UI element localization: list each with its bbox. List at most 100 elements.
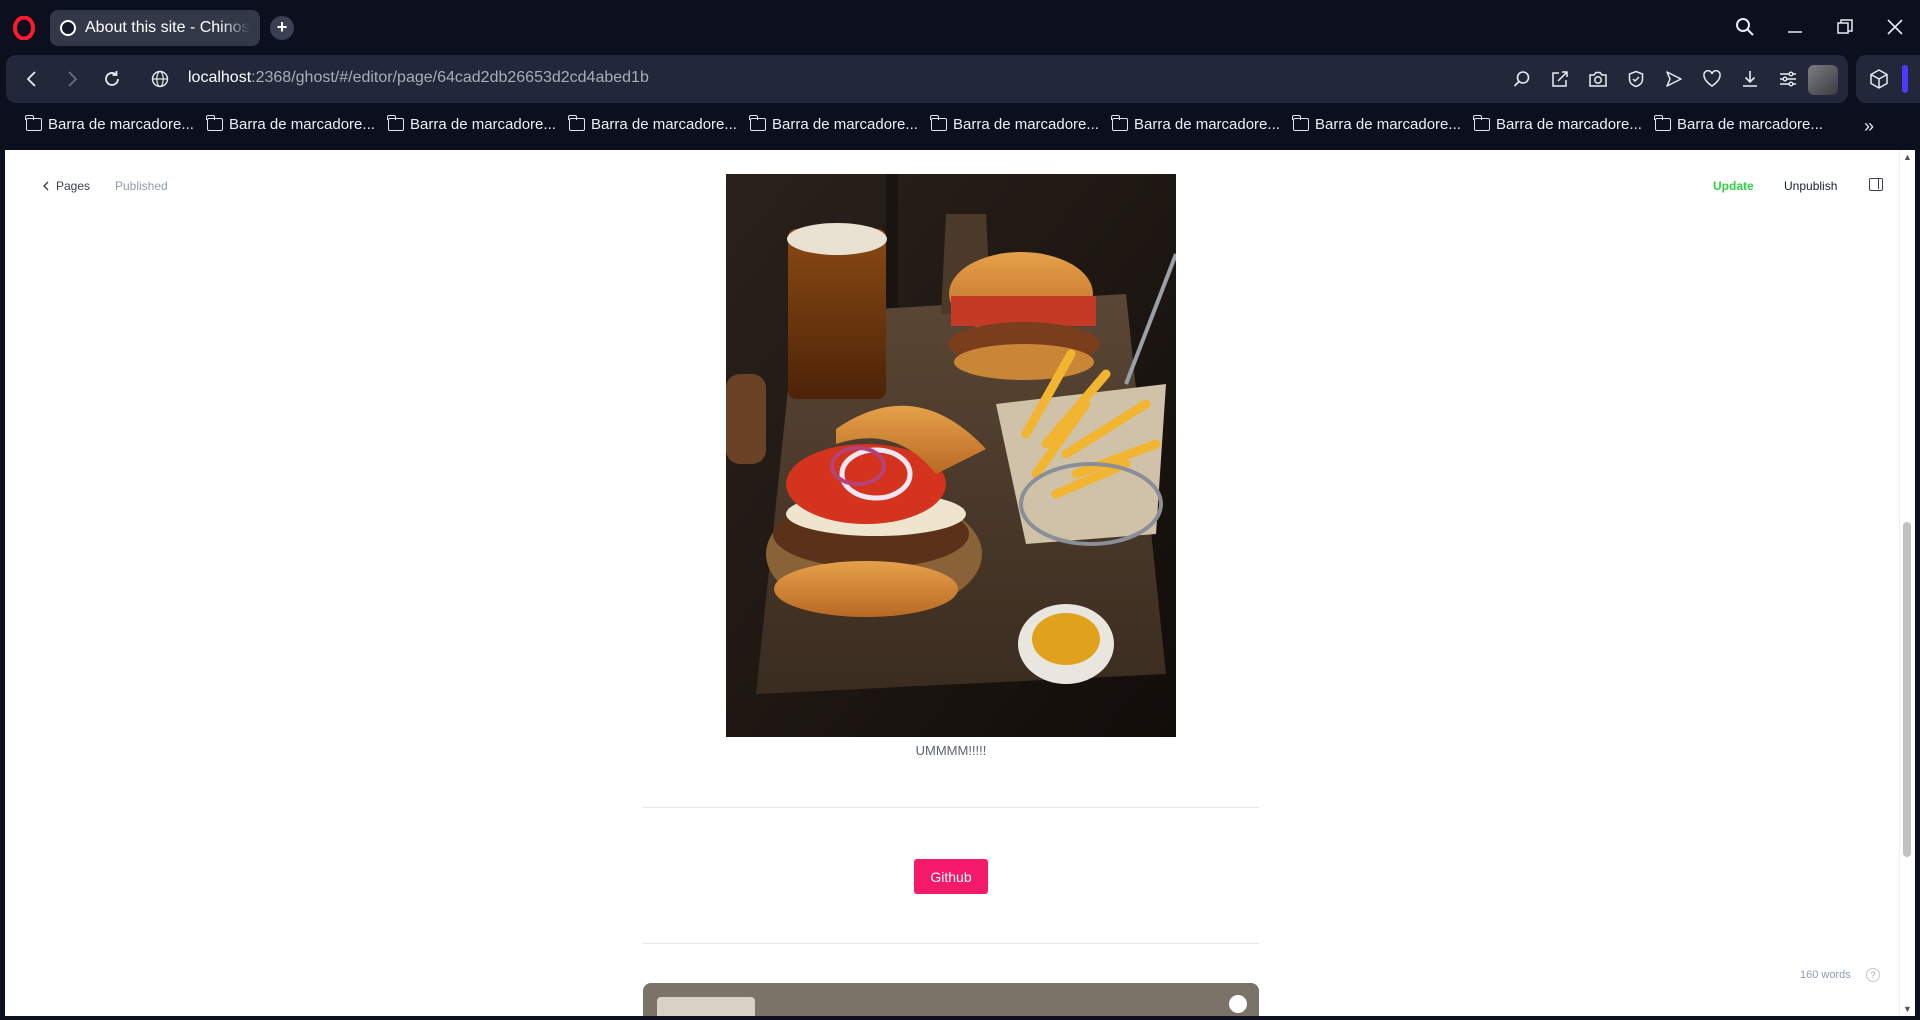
ghost-favicon-icon	[60, 20, 76, 36]
page-viewport: Pages Published Update Unpublish UMMMM!!…	[5, 150, 1915, 1016]
folder-icon	[930, 115, 947, 131]
folder-icon	[568, 115, 585, 131]
scroll-down-icon[interactable]: ▼	[1903, 1004, 1912, 1014]
address-toolbar: localhost:2368/ghost/#/editor/page/64cad…	[6, 55, 1848, 103]
help-icon[interactable]: ?	[1866, 968, 1880, 982]
burger-image[interactable]	[726, 174, 1176, 737]
spotify-embed-card[interactable]	[643, 983, 1259, 1016]
bookmark-folder[interactable]: Barra de marcadore...	[568, 115, 737, 133]
minimize-icon	[1788, 31, 1802, 33]
spotify-icon	[1229, 995, 1247, 1013]
bookmark-label: Barra de marcadore...	[48, 116, 194, 133]
divider	[643, 807, 1259, 808]
bookmark-label: Barra de marcadore...	[591, 116, 737, 133]
more-bookmarks-chevron-icon[interactable]: »	[1864, 116, 1874, 137]
back-button[interactable]	[20, 67, 44, 91]
bookmark-folder[interactable]: Barra de marcadore...	[206, 115, 375, 133]
folder-icon	[206, 115, 223, 131]
back-to-pages-label: Pages	[56, 179, 91, 193]
bookmark-label: Barra de marcadore...	[953, 116, 1099, 133]
bookmark-folder[interactable]: Barra de marcadore...	[930, 115, 1099, 133]
bookmark-folder[interactable]: Barra de marcadore...	[749, 115, 918, 133]
url-path: :2368/ghost/#/editor/page/64cad2db26653d…	[251, 69, 649, 86]
profile-avatar[interactable]	[1808, 65, 1838, 95]
extensions-area	[1856, 55, 1920, 103]
bookmark-folder[interactable]: Barra de marcadore...	[1654, 115, 1823, 133]
image-caption[interactable]: UMMMM!!!!!	[726, 743, 1176, 758]
downloads-button[interactable]	[1738, 67, 1762, 91]
github-button[interactable]: Github	[914, 859, 988, 894]
flow-button[interactable]	[1662, 67, 1686, 91]
bookmark-heart-button[interactable]	[1700, 67, 1724, 91]
settings-sliders-icon	[1780, 71, 1796, 87]
shield-check-icon	[1628, 70, 1644, 88]
folder-icon	[25, 115, 42, 131]
site-info-button[interactable]	[148, 67, 172, 91]
reload-button[interactable]	[100, 67, 124, 91]
reload-icon	[105, 71, 119, 86]
bookmarks-bar: Barra de marcadore... Barra de marcadore…	[0, 106, 1920, 146]
bookmark-label: Barra de marcadore...	[1677, 116, 1823, 133]
tab-bar: About this site - Chinos Ar +	[0, 0, 1920, 54]
share-icon	[1552, 71, 1568, 87]
new-tab-button[interactable]: +	[270, 16, 294, 40]
globe-icon	[151, 70, 169, 88]
close-icon	[1887, 19, 1903, 35]
folder-icon	[1654, 115, 1671, 131]
bookmark-label: Barra de marcadore...	[410, 116, 556, 133]
word-count: 160 words	[1800, 969, 1851, 981]
scrollbar-thumb[interactable]	[1903, 522, 1911, 857]
snapshot-button[interactable]	[1586, 67, 1610, 91]
camera-icon	[1589, 71, 1607, 87]
heart-icon	[1703, 70, 1721, 87]
tab-title: About this site - Chinos Ar	[85, 19, 250, 36]
bookmark-folder[interactable]: Barra de marcadore...	[1111, 115, 1280, 133]
back-to-pages-link[interactable]: Pages	[42, 179, 90, 193]
bookmark-label: Barra de marcadore...	[1134, 116, 1280, 133]
post-status: Published	[115, 179, 168, 193]
search-tabs-button[interactable]	[1730, 12, 1760, 42]
bookmark-label: Barra de marcadore...	[229, 116, 375, 133]
unpublish-button[interactable]: Unpublish	[1784, 179, 1837, 193]
search-page-icon	[1513, 71, 1530, 87]
bookmark-folder[interactable]: Barra de marcadore...	[25, 115, 194, 133]
album-cover-image	[657, 997, 755, 1016]
bookmark-label: Barra de marcadore...	[772, 116, 918, 133]
chevron-left-icon	[43, 181, 49, 191]
bookmark-folder[interactable]: Barra de marcadore...	[387, 115, 556, 133]
easy-setup-button[interactable]	[1776, 67, 1800, 91]
sidebar-indicator	[1902, 65, 1908, 93]
bookmark-folder[interactable]: Barra de marcadore...	[1292, 115, 1461, 133]
restore-button[interactable]	[1830, 12, 1860, 42]
folder-icon	[387, 115, 404, 131]
page-scrollbar[interactable]: ▲ ▼	[1899, 150, 1913, 1016]
url-field[interactable]: localhost:2368/ghost/#/editor/page/64cad…	[188, 69, 649, 87]
folder-icon	[1292, 115, 1309, 131]
share-button[interactable]	[1548, 67, 1572, 91]
folder-icon	[1111, 115, 1128, 131]
folder-icon	[1473, 115, 1490, 131]
adblock-button[interactable]	[1624, 67, 1648, 91]
bookmark-label: Barra de marcadore...	[1496, 116, 1642, 133]
download-icon	[1743, 71, 1757, 87]
bookmark-label: Barra de marcadore...	[1315, 116, 1461, 133]
opera-logo-icon[interactable]	[12, 16, 36, 40]
minimize-button[interactable]	[1780, 12, 1810, 42]
find-in-page-button[interactable]	[1510, 67, 1534, 91]
send-icon	[1666, 71, 1682, 87]
extensions-cube-icon[interactable]	[1868, 68, 1890, 90]
settings-panel-toggle-icon[interactable]	[1869, 178, 1883, 191]
update-button[interactable]: Update	[1713, 179, 1754, 193]
search-icon	[1736, 18, 1754, 36]
divider	[643, 943, 1259, 944]
forward-button[interactable]	[60, 67, 84, 91]
folder-icon	[749, 115, 766, 131]
scroll-up-icon[interactable]: ▲	[1903, 152, 1912, 162]
close-window-button[interactable]	[1880, 12, 1910, 42]
url-host: localhost	[188, 69, 252, 86]
bookmark-folder[interactable]: Barra de marcadore...	[1473, 115, 1642, 133]
active-tab[interactable]: About this site - Chinos Ar	[50, 10, 260, 46]
restore-icon	[1837, 19, 1853, 34]
chevron-left-icon	[26, 71, 36, 87]
chevron-right-icon	[68, 71, 78, 87]
